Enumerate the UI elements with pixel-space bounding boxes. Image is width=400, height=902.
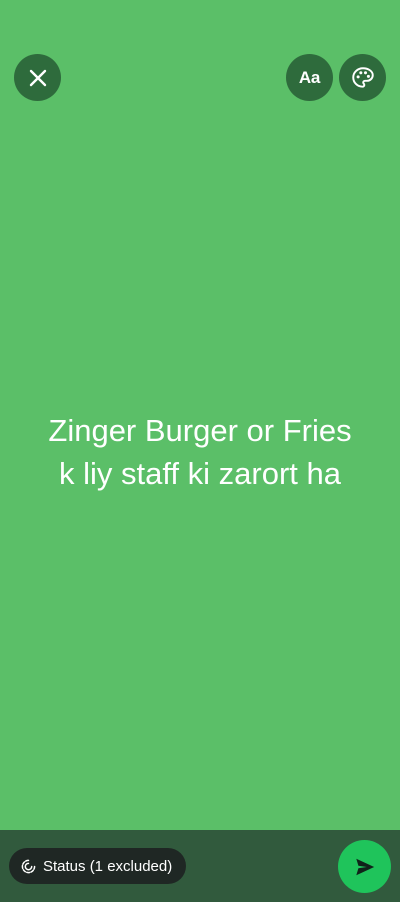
status-audience-label: Status (1 excluded) [43, 857, 173, 875]
status-text-content[interactable]: Zinger Burger or Fries k liy staff ki za… [22, 409, 378, 495]
text-style-label: Aa [298, 67, 321, 87]
color-palette-button[interactable] [339, 54, 386, 101]
palette-icon [351, 66, 374, 88]
status-audience-button[interactable]: Status (1 excluded) [9, 848, 187, 884]
text-style-button[interactable]: Aa [286, 54, 333, 101]
status-ring-icon [21, 859, 36, 873]
status-composer-screen: Aa Zinger Burger or Fries k liy staff ki… [0, 0, 400, 902]
send-button[interactable] [338, 840, 391, 893]
close-icon [29, 69, 46, 86]
send-icon [355, 858, 374, 875]
bottom-bar: Status (1 excluded) [0, 830, 400, 902]
close-button[interactable] [14, 54, 61, 101]
